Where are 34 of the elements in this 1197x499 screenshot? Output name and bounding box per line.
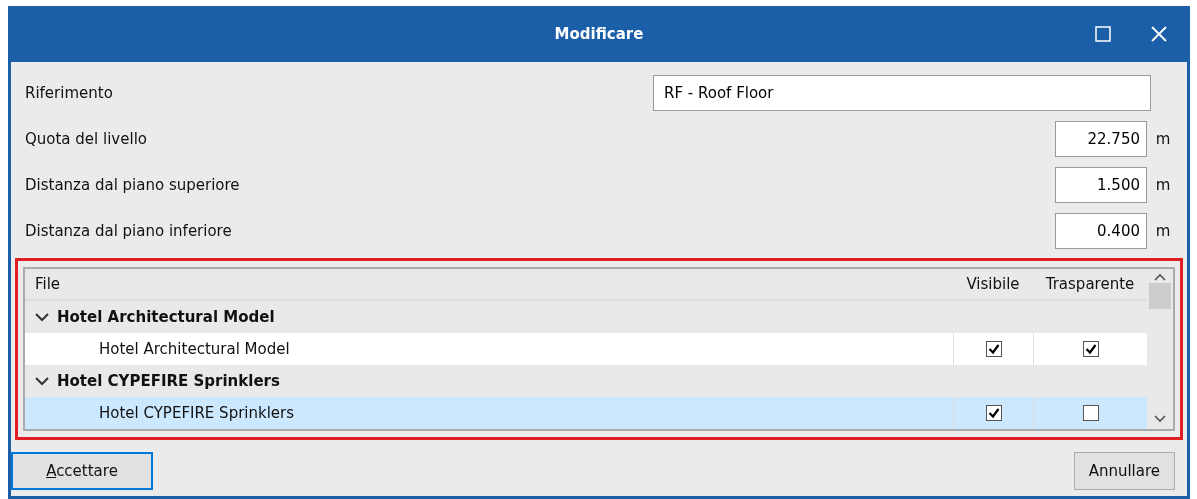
file-row[interactable]: Hotel CYPEFIRE Sprinklers [25,397,1147,429]
scroll-down-icon[interactable] [1154,415,1166,423]
file-name: Hotel Architectural Model [99,339,290,358]
unit-label: m [1154,220,1172,242]
number-field[interactable]: 0.400 [1055,213,1147,249]
column-header: Visibile [966,273,1020,295]
number-field[interactable]: 1.500 [1055,167,1147,203]
field-label: Distanza dal piano inferiore [25,220,233,242]
checkbox[interactable] [1082,405,1099,421]
number-field[interactable]: 22.750 [1055,121,1147,157]
accept-button[interactable]: Accettare [11,452,153,490]
file-name: Hotel CYPEFIRE Sprinklers [99,403,295,422]
field-label: Quota del livello [25,128,148,150]
group-name: Hotel Architectural Model [57,306,275,328]
checkbox[interactable] [1082,341,1099,357]
group-name: Hotel CYPEFIRE Sprinklers [57,370,280,392]
expand-toggle[interactable] [35,376,49,386]
field-label: Distanza dal piano superiore [25,174,241,196]
cancel-button[interactable]: Annullare [1073,452,1175,490]
scroll-up-icon[interactable] [1154,273,1166,281]
close-icon[interactable] [1151,26,1167,42]
field-label: Riferimento [25,82,114,104]
expand-toggle[interactable] [35,312,49,322]
scroll-thumb[interactable] [1149,283,1171,309]
maximize-icon[interactable] [1095,26,1111,42]
column-header: Trasparente [1045,273,1135,295]
unit-label: m [1154,174,1172,196]
checkbox[interactable] [985,341,1002,357]
unit-label: m [1154,128,1172,150]
window-title: Modificare [553,23,645,45]
column-header: File [35,274,61,293]
text-field[interactable]: RF - Roof Floor [653,75,1151,111]
checkbox[interactable] [985,405,1002,421]
file-row[interactable]: Hotel Architectural Model [25,333,1147,365]
